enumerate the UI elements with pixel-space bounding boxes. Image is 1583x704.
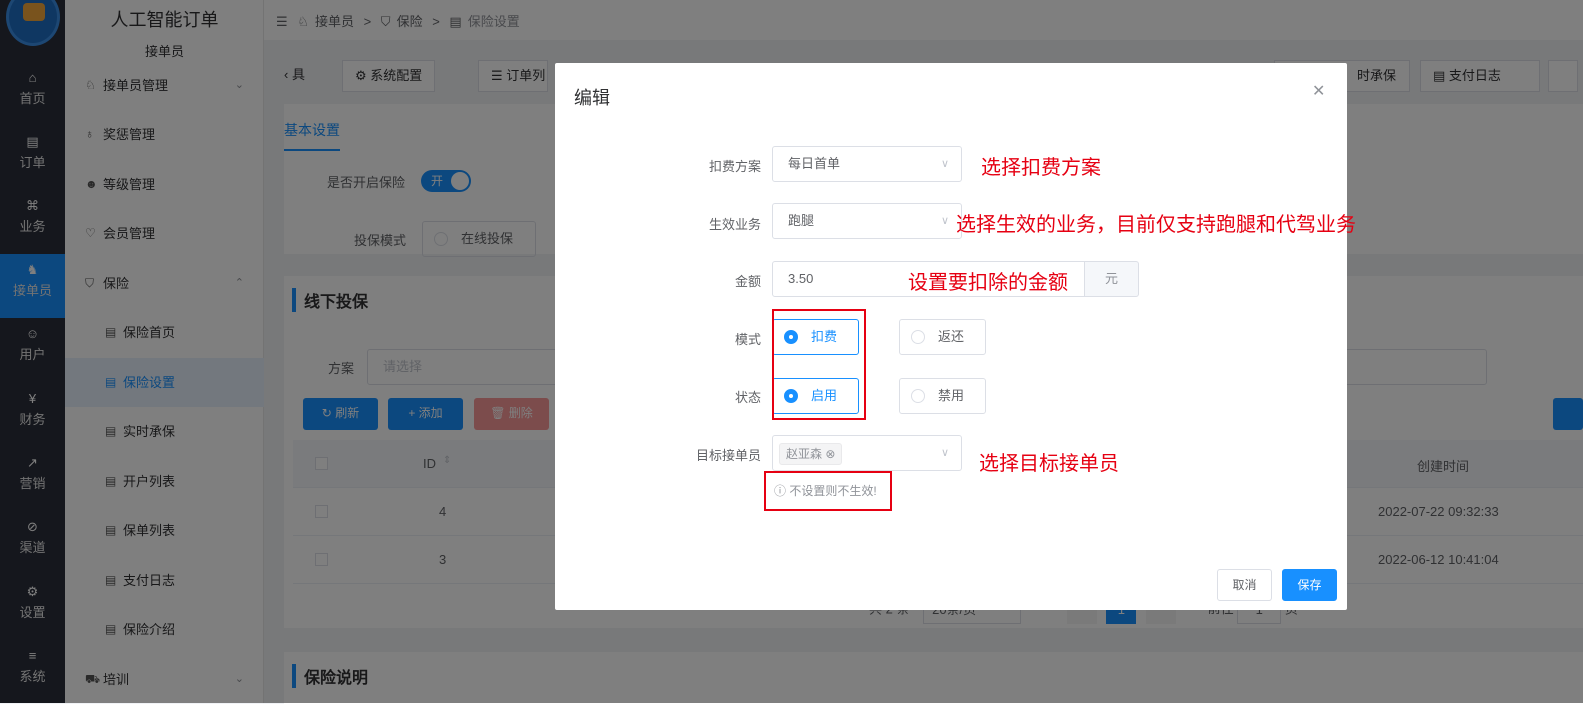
plan-select[interactable]: 每日首单 ∨: [772, 146, 962, 182]
chevron-down-icon: ∨: [940, 158, 949, 170]
amount-unit: 元: [1084, 261, 1139, 297]
mode-radio-refund[interactable]: 返还: [899, 319, 986, 355]
tag-close-icon[interactable]: ⊗: [825, 447, 835, 461]
mode-label: 模式: [734, 332, 761, 347]
radio-dot: [911, 330, 925, 344]
edit-dialog: 编辑 ✕ 扣费方案 每日首单 ∨ 生效业务 跑腿 ∨ 金额 3.50 元 模式 扣费…: [555, 63, 1356, 610]
cancel-button[interactable]: 取消: [1217, 569, 1272, 601]
plan-label: 扣费方案: [708, 159, 761, 174]
annotation-box-mode-status: [772, 309, 866, 420]
save-button[interactable]: 保存: [1282, 569, 1337, 601]
annotation-business: 选择生效的业务，目前仅支持跑腿和代驾业务: [956, 214, 1356, 236]
annotation-plan: 选择扣费方案: [981, 157, 1101, 179]
annotation-box-hint: [764, 471, 892, 511]
target-tag: 赵亚森 ⊗: [779, 442, 843, 465]
amount-label: 金额: [734, 274, 761, 289]
chevron-down-icon: ∨: [940, 447, 949, 459]
chevron-down-icon: ∨: [940, 215, 949, 227]
business-select[interactable]: 跑腿 ∨: [772, 203, 962, 239]
status-label: 状态: [734, 390, 761, 405]
annotation-target: 选择目标接单员: [979, 453, 1119, 475]
status-radio-disable[interactable]: 禁用: [899, 378, 986, 414]
annotation-amount: 设置要扣除的金额: [908, 272, 1068, 294]
target-label: 目标接单员: [695, 448, 761, 463]
dialog-title: 编辑: [574, 88, 610, 108]
close-icon[interactable]: ✕: [1312, 81, 1325, 101]
radio-dot: [911, 389, 925, 403]
business-label: 生效业务: [708, 217, 761, 232]
target-select[interactable]: 赵亚森 ⊗ ∨: [772, 435, 962, 471]
